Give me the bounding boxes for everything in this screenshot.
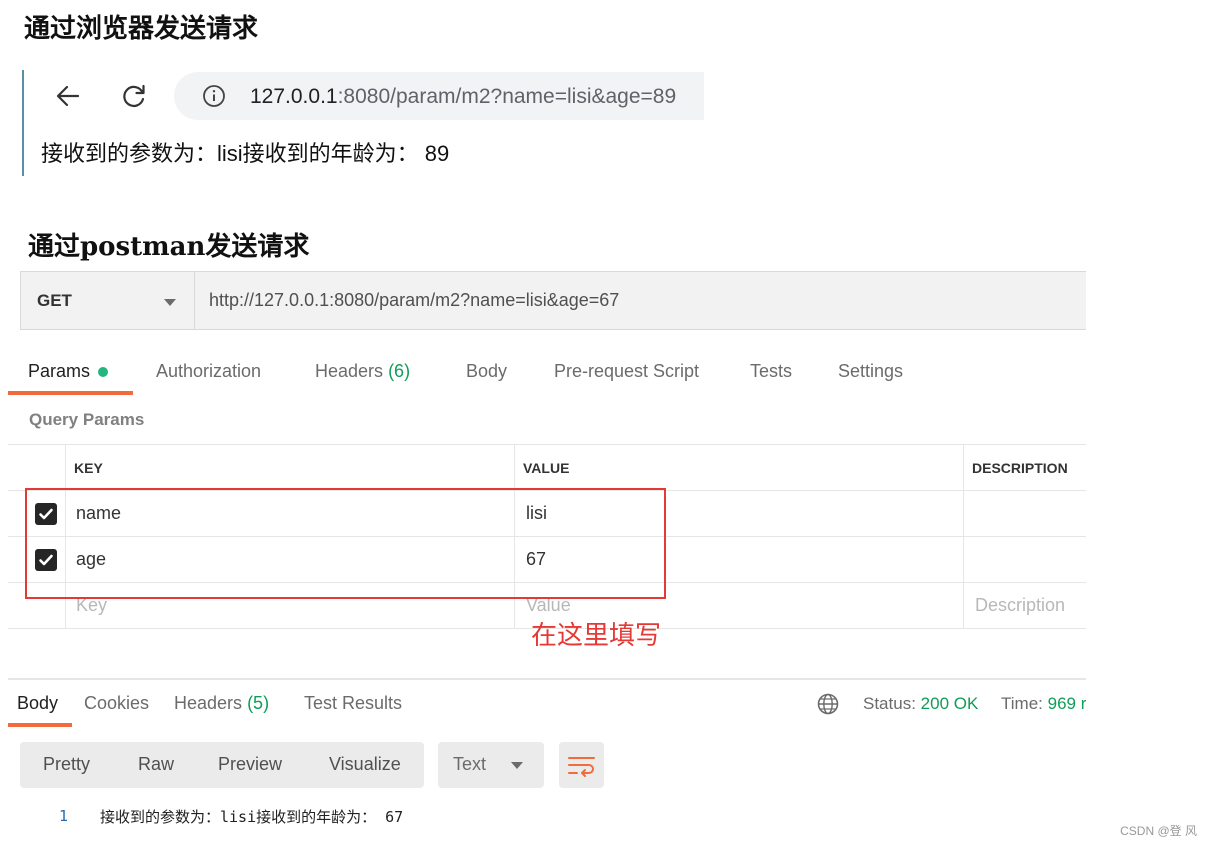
- wrap-lines-icon: [568, 757, 595, 777]
- view-visualize-button[interactable]: Visualize: [329, 754, 401, 775]
- browser-window: 127.0.0.1:8080/param/m2?name=lisi&age=89…: [22, 70, 704, 176]
- response-body-line: 接收到的参数为：lisi接收到的年龄为： 67: [100, 808, 404, 826]
- status-indicator: Status: 200 OK: [863, 694, 978, 714]
- response-tab-headers[interactable]: Headers (5): [174, 693, 269, 714]
- response-tab-body[interactable]: Body: [17, 693, 58, 714]
- column-header-description: DESCRIPTION: [972, 460, 1068, 476]
- status-label: Status:: [863, 694, 916, 713]
- time-value: 969 r: [1047, 694, 1086, 713]
- response-tab-cookies[interactable]: Cookies: [84, 693, 149, 714]
- response-tab-indicator: [8, 723, 72, 727]
- request-url-input[interactable]: http://127.0.0.1:8080/param/m2?name=lisi…: [209, 290, 619, 311]
- column-header-key: KEY: [74, 460, 103, 476]
- headers-count-badge: (6): [388, 361, 411, 381]
- back-arrow-icon[interactable]: [52, 80, 84, 112]
- info-icon[interactable]: [202, 84, 226, 108]
- chevron-down-icon: [164, 299, 176, 306]
- format-label: Text: [453, 754, 487, 774]
- view-mode-segment: Pretty Raw Preview Visualize: [20, 742, 424, 788]
- request-url-bar: GET http://127.0.0.1:8080/param/m2?name=…: [20, 271, 1086, 330]
- address-text: 127.0.0.1:8080/param/m2?name=lisi&age=89: [250, 85, 676, 109]
- status-value: 200 OK: [920, 694, 979, 713]
- browser-toolbar: 127.0.0.1:8080/param/m2?name=lisi&age=89: [24, 70, 704, 122]
- pane-divider[interactable]: [8, 678, 1086, 680]
- column-header-value: VALUE: [523, 460, 570, 476]
- new-description-input[interactable]: Description: [975, 595, 1065, 616]
- browser-section-heading: 通过浏览器发送请求: [24, 14, 259, 44]
- response-headers-count: (5): [247, 693, 270, 713]
- postman-section-heading: 通过postman发送请求: [28, 232, 310, 262]
- annotation-highlight-box: [25, 488, 666, 599]
- url-host: 127.0.0.1: [250, 85, 338, 108]
- view-preview-button[interactable]: Preview: [218, 754, 282, 775]
- wrap-lines-button[interactable]: [559, 742, 604, 788]
- time-indicator: Time: 969 r: [1001, 694, 1086, 714]
- url-path: :8080/param/m2?name=lisi&age=89: [337, 85, 677, 108]
- tab-authorization[interactable]: Authorization: [156, 361, 261, 382]
- format-select[interactable]: Text: [438, 742, 544, 788]
- query-params-label: Query Params: [29, 410, 145, 429]
- method-select[interactable]: GET: [21, 272, 195, 329]
- watermark: CSDN @登 风: [1120, 824, 1197, 838]
- browser-page-content: 接收到的参数为：lisi接收到的年龄为： 89: [41, 141, 450, 166]
- tab-params[interactable]: Params: [28, 361, 109, 382]
- tab-active-indicator: [8, 391, 133, 395]
- view-pretty-button[interactable]: Pretty: [43, 754, 90, 775]
- address-bar[interactable]: 127.0.0.1:8080/param/m2?name=lisi&age=89: [174, 72, 704, 120]
- globe-icon[interactable]: [817, 693, 839, 715]
- params-active-dot-icon: [98, 367, 109, 378]
- line-number: 1: [59, 807, 69, 825]
- response-tab-test-results[interactable]: Test Results: [304, 693, 402, 714]
- chevron-down-icon: [511, 762, 523, 769]
- tab-headers[interactable]: Headers (6): [315, 361, 410, 382]
- response-tab-headers-label: Headers: [174, 693, 243, 713]
- annotation-text: 在这里填写: [531, 620, 662, 650]
- tab-params-label: Params: [28, 361, 91, 381]
- tab-settings[interactable]: Settings: [838, 361, 903, 382]
- tab-pre-request-script[interactable]: Pre-request Script: [554, 361, 699, 382]
- reload-icon[interactable]: [118, 80, 150, 112]
- time-label: Time:: [1001, 694, 1043, 713]
- column-divider: [963, 445, 964, 629]
- tab-tests[interactable]: Tests: [750, 361, 792, 382]
- tab-body[interactable]: Body: [466, 361, 507, 382]
- tab-headers-label: Headers: [315, 361, 384, 381]
- method-label: GET: [37, 291, 72, 310]
- view-raw-button[interactable]: Raw: [138, 754, 174, 775]
